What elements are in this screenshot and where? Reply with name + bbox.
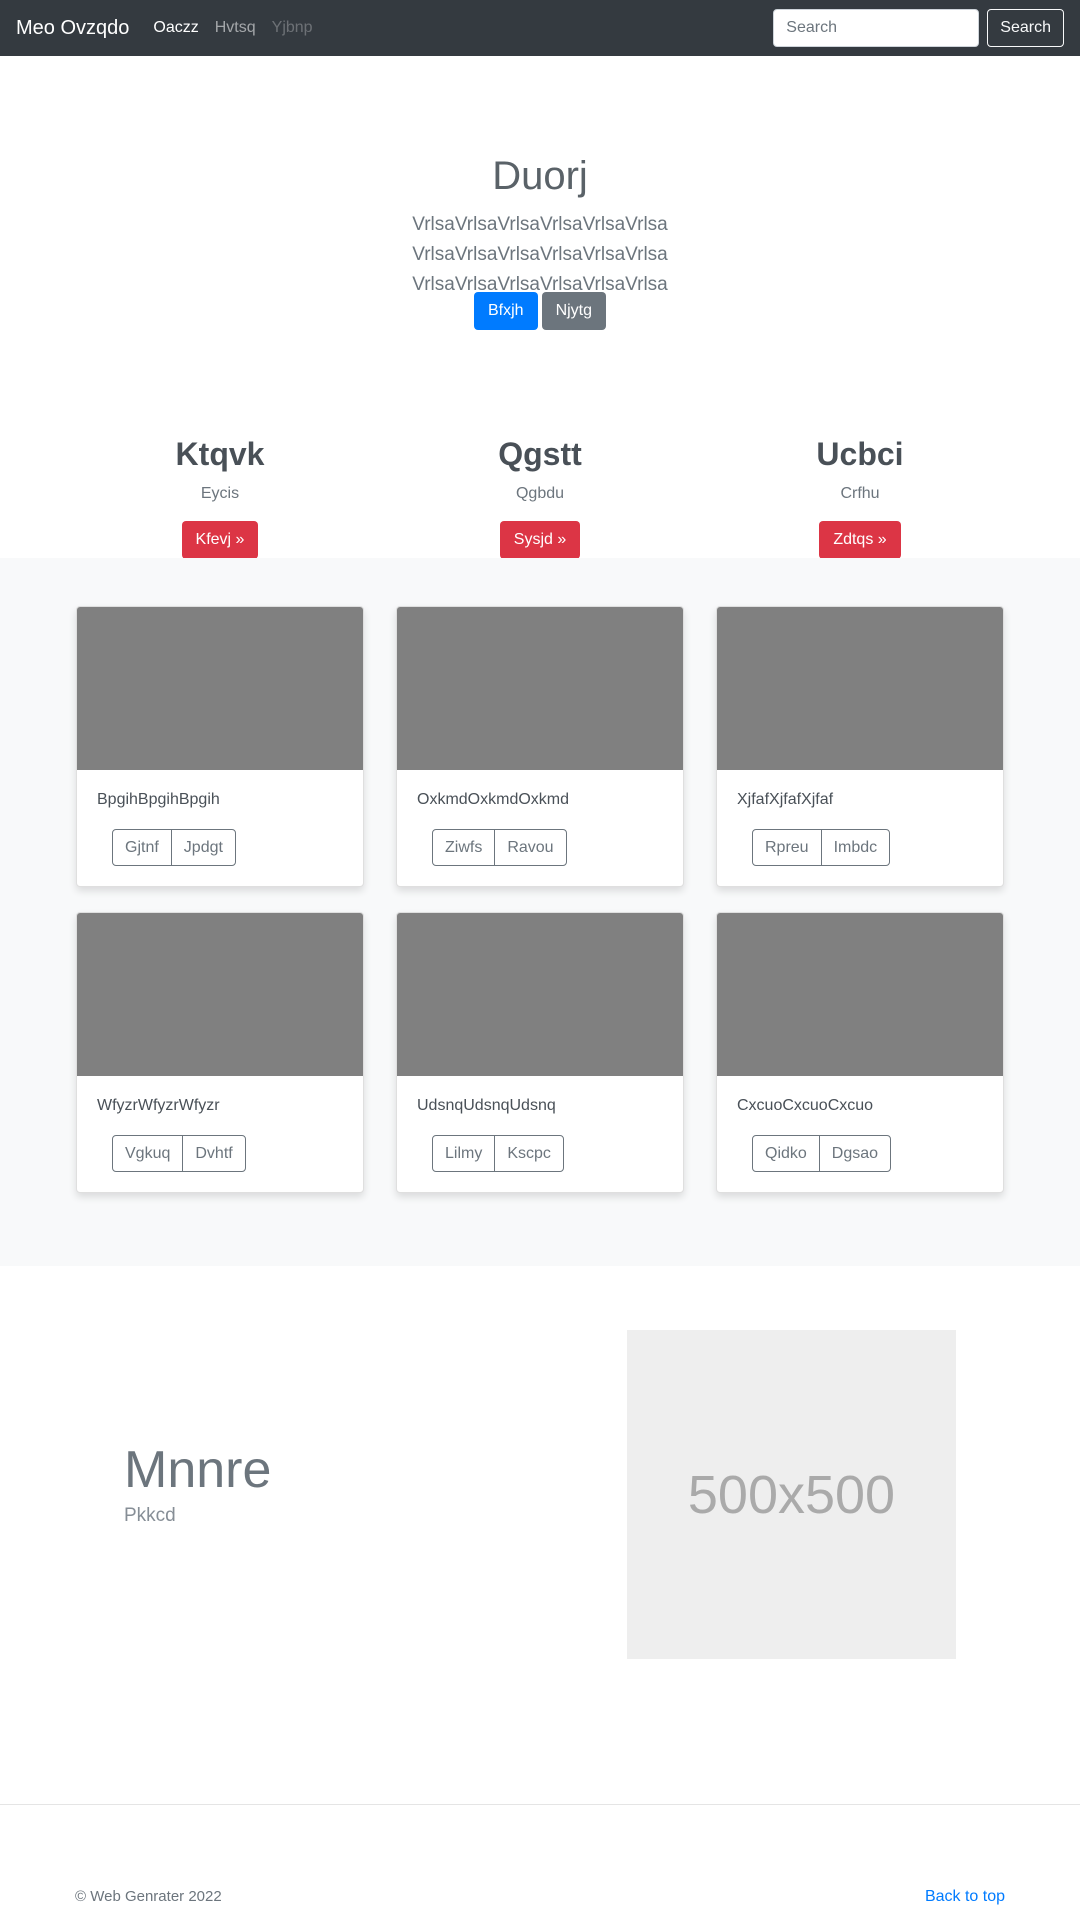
nav-link-oaczz[interactable]: Oaczz: [153, 19, 198, 37]
card-image: [397, 607, 683, 770]
column-title: Ktqvk: [175, 436, 265, 472]
card-button-group: Vgkuq Dvhtf: [112, 1135, 246, 1172]
footer-copyright: © Web Genrater 2022: [75, 1888, 222, 1905]
navbar: Meo Ovzqdo Oaczz Hvtsq Yjbnp Search: [0, 0, 1080, 56]
nav-link-yjbnp: Yjbnp: [271, 19, 313, 36]
card-image: [717, 913, 1003, 1076]
card-text: XjfafXjfafXjfaf: [737, 791, 834, 808]
card: OxkmdOxkmdOxkmd Ziwfs Ravou: [396, 606, 684, 887]
search-input[interactable]: [773, 9, 980, 47]
hero-buttons: Bfxjh Njytg: [0, 292, 1080, 330]
column-button[interactable]: Kfevj »: [181, 521, 259, 559]
card-button[interactable]: Rpreu: [752, 829, 822, 866]
featurette-subheading: Pkkcd: [124, 1505, 176, 1526]
back-to-top-link[interactable]: Back to top: [925, 1888, 1005, 1906]
footer-divider: [0, 1804, 1080, 1805]
hero-lead: VrlsaVrlsaVrlsaVrlsaVrlsaVrlsa VrlsaVrls…: [412, 214, 668, 295]
card-button[interactable]: Lilmy: [432, 1135, 496, 1172]
card: UdsnqUdsnqUdsnq Lilmy Kscpc: [396, 912, 684, 1193]
column-text: Eycis: [200, 485, 240, 502]
search-button[interactable]: Search: [987, 9, 1064, 47]
card-button-group: Gjtnf Jpdgt: [112, 829, 236, 866]
card-text: WfyzrWfyzrWfyzr: [97, 1097, 220, 1114]
nav-link-hvtsq[interactable]: Hvtsq: [215, 19, 256, 37]
navbar-brand[interactable]: Meo Ovzqdo: [16, 17, 129, 40]
card-text: BpgihBpgihBpgih: [97, 791, 220, 808]
card-button[interactable]: Qidko: [752, 1135, 820, 1172]
card: CxcuoCxcuoCxcuo Qidko Dgsao: [716, 912, 1004, 1193]
column-button[interactable]: Sysjd »: [499, 521, 581, 559]
card-image: [77, 607, 363, 770]
hero-primary-button[interactable]: Bfxjh: [473, 292, 538, 330]
card-button[interactable]: Jpdgt: [170, 829, 236, 866]
card-image: [397, 913, 683, 1076]
column-2: Qgstt Qgbdu Sysjd »: [410, 436, 670, 559]
album-section: BpgihBpgihBpgih Gjtnf Jpdgt OxkmdOxkmdOx…: [0, 558, 1080, 1266]
card-text: OxkmdOxkmdOxkmd: [417, 791, 570, 808]
hero-secondary-button[interactable]: Njytg: [541, 292, 607, 330]
column-title: Ucbci: [816, 436, 904, 472]
card-button[interactable]: Dgsao: [818, 1135, 892, 1172]
card-button[interactable]: Gjtnf: [112, 829, 172, 866]
card-button[interactable]: Vgkuq: [112, 1135, 184, 1172]
card-image: [77, 913, 363, 1076]
hero-title: Duorj: [492, 154, 588, 198]
card: BpgihBpgihBpgih Gjtnf Jpdgt: [76, 606, 364, 887]
column-text: Qgbdu: [515, 485, 565, 502]
card-button[interactable]: Ravou: [494, 829, 567, 866]
card-button-group: Ziwfs Ravou: [432, 829, 567, 866]
column-title: Qgstt: [498, 436, 582, 472]
featurette-image-placeholder: 500x500: [627, 1330, 956, 1659]
card-button[interactable]: Kscpc: [494, 1135, 564, 1172]
card-image: [717, 607, 1003, 770]
card-button[interactable]: Ziwfs: [432, 829, 496, 866]
column-button[interactable]: Zdtqs »: [819, 521, 901, 559]
column-3: Ucbci Crfhu Zdtqs »: [730, 436, 990, 559]
card-text: UdsnqUdsnqUdsnq: [417, 1097, 556, 1114]
card-button[interactable]: Dvhtf: [182, 1135, 246, 1172]
column-text: Crfhu: [840, 485, 880, 502]
column-1: Ktqvk Eycis Kfevj »: [90, 436, 350, 559]
featurette-heading: Mnnre: [124, 1441, 272, 1499]
card: WfyzrWfyzrWfyzr Vgkuq Dvhtf: [76, 912, 364, 1193]
card: XjfafXjfafXjfaf Rpreu Imbdc: [716, 606, 1004, 887]
card-button[interactable]: Imbdc: [820, 829, 891, 866]
card-button-group: Qidko Dgsao: [752, 1135, 892, 1172]
card-button-group: Lilmy Kscpc: [432, 1135, 564, 1172]
card-button-group: Rpreu Imbdc: [752, 829, 891, 866]
card-text: CxcuoCxcuoCxcuo: [737, 1097, 874, 1114]
